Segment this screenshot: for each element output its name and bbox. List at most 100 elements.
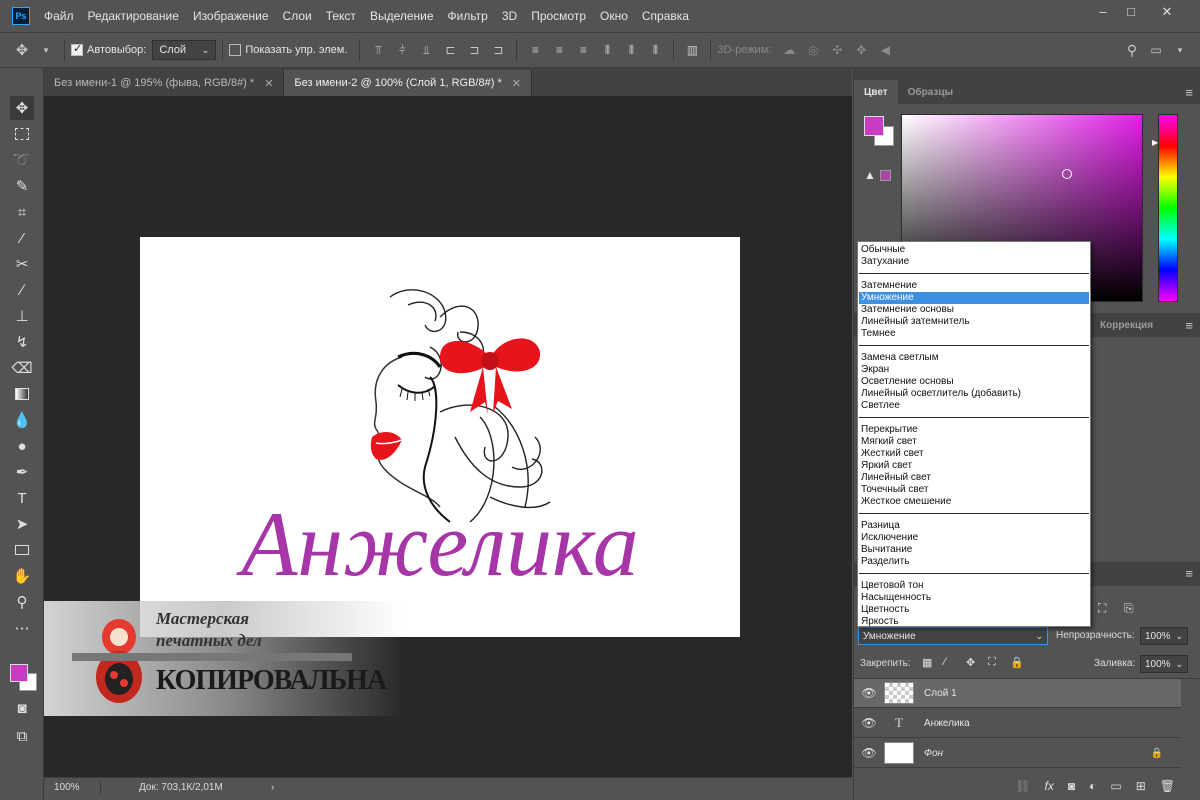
blend-mode-option[interactable]: Перекрытие xyxy=(859,424,1089,436)
eyedropper-tool-icon[interactable]: ⁄ xyxy=(10,226,34,250)
zoom-level[interactable]: 100% xyxy=(44,782,100,793)
menu-type[interactable]: Текст xyxy=(326,9,356,23)
screen-mode-icon[interactable]: ⧉ xyxy=(10,724,34,748)
opacity-input[interactable]: 100% ⌄ xyxy=(1140,627,1188,645)
document-canvas[interactable]: Анжелика xyxy=(140,237,740,637)
more-tools-icon[interactable]: ⋯ xyxy=(10,616,34,640)
search-icon[interactable]: ⚲ xyxy=(1124,42,1140,58)
blend-mode-option[interactable]: Жесткое смешение xyxy=(859,496,1089,508)
show-controls-checkbox[interactable] xyxy=(229,44,242,56)
blend-mode-option[interactable]: Разница xyxy=(859,520,1089,532)
align-left-icon[interactable]: ⊏ xyxy=(442,42,458,58)
blend-mode-option[interactable]: Цветность xyxy=(859,604,1089,616)
distribute-left-icon[interactable]: ⦀ xyxy=(599,42,615,58)
layer-row-layer1[interactable]: 👁 Слой 1 xyxy=(854,679,1181,708)
pen-tool-icon[interactable]: ✒ xyxy=(10,460,34,484)
chevron-down-icon[interactable]: ▾ xyxy=(38,42,54,58)
blend-mode-option[interactable]: Осветление основы xyxy=(859,376,1089,388)
foreground-color-swatch[interactable] xyxy=(10,664,28,682)
transform-icon[interactable]: ⛶ xyxy=(1098,601,1106,616)
align-right-icon[interactable]: ⊐ xyxy=(490,42,506,58)
orbit-3d-icon[interactable]: ☁ xyxy=(781,42,797,58)
scale-3d-icon[interactable]: ◀ xyxy=(877,42,893,58)
history-brush-tool-icon[interactable]: ↯ xyxy=(10,330,34,354)
layer-row-text[interactable]: 👁 T Анжелика xyxy=(854,709,1181,738)
close-icon[interactable]: ✕ xyxy=(264,77,273,90)
blend-mode-option[interactable]: Умножение xyxy=(859,292,1089,304)
blend-mode-option[interactable]: Исключение xyxy=(859,532,1089,544)
menu-view[interactable]: Просмотр xyxy=(531,9,586,23)
canvas-workspace[interactable]: Анжелика Мастерская печатных дел КОПИРОВ… xyxy=(44,96,852,777)
close-window-button[interactable]: ✕ xyxy=(1156,4,1178,20)
new-doc-icon[interactable]: ⎘ xyxy=(1124,601,1134,616)
visibility-eye-icon[interactable]: 👁 xyxy=(854,686,884,700)
blend-mode-dropdown-list[interactable]: Обычные Затухание Затемнение Умножение Затем… xyxy=(857,241,1091,627)
visibility-eye-icon[interactable]: 👁 xyxy=(854,746,884,760)
eraser-tool-icon[interactable]: ⌫ xyxy=(10,356,34,380)
gamut-warning-swatch[interactable] xyxy=(880,170,891,181)
lock-all-icon[interactable]: 🔒 xyxy=(1010,656,1024,669)
blend-mode-option[interactable]: Линейный осветлитель (добавить) xyxy=(859,388,1089,400)
pan-3d-icon[interactable]: ✣ xyxy=(829,42,845,58)
distribute-vcenter-icon[interactable]: ≡ xyxy=(551,42,567,58)
blend-mode-option[interactable]: Разделить xyxy=(859,556,1089,568)
new-group-icon[interactable]: ▭ xyxy=(1110,779,1121,793)
blend-mode-option[interactable]: Мягкий свет xyxy=(859,436,1089,448)
menu-file[interactable]: Файл xyxy=(44,9,74,23)
lasso-tool-icon[interactable]: ➰ xyxy=(10,148,34,172)
menu-edit[interactable]: Редактирование xyxy=(88,9,179,23)
marquee-tool-icon[interactable] xyxy=(10,122,34,146)
align-vcenter-icon[interactable]: ⫩ xyxy=(394,42,410,58)
new-layer-icon[interactable]: ⊞ xyxy=(1136,779,1146,793)
distribute-right-icon[interactable]: ⦀ xyxy=(647,42,663,58)
tab-color[interactable]: Цвет xyxy=(854,80,898,104)
distribute-top-icon[interactable]: ≡ xyxy=(527,42,543,58)
menu-window[interactable]: Окно xyxy=(600,9,628,23)
maximize-button[interactable]: □ xyxy=(1120,4,1142,20)
status-arrow-icon[interactable]: › xyxy=(271,782,274,793)
blend-mode-option[interactable]: Точечный свет xyxy=(859,484,1089,496)
move-tool-icon[interactable]: ✥ xyxy=(10,96,34,120)
lock-transparency-icon[interactable]: ▦ xyxy=(922,656,932,669)
quick-selection-tool-icon[interactable]: ✎ xyxy=(10,174,34,198)
hand-tool-icon[interactable]: ✋ xyxy=(10,564,34,588)
panel-menu-icon[interactable]: ≡ xyxy=(1185,318,1193,333)
blend-mode-option[interactable]: Цветовой тон xyxy=(859,580,1089,592)
menu-image[interactable]: Изображение xyxy=(193,9,269,23)
lock-artboard-icon[interactable]: ⛶ xyxy=(988,656,996,669)
type-tool-icon[interactable]: T xyxy=(10,486,34,510)
slide-3d-icon[interactable]: ✥ xyxy=(853,42,869,58)
tab-swatches[interactable]: Образцы xyxy=(898,80,963,104)
layer-row-background[interactable]: 👁 Фон 🔒 xyxy=(854,739,1181,768)
adjustment-layer-icon[interactable]: ◐ xyxy=(1089,779,1096,793)
distribute-hcenter-icon[interactable]: ⦀ xyxy=(623,42,639,58)
blend-mode-option[interactable]: Линейный свет xyxy=(859,472,1089,484)
lock-position-icon[interactable]: ✥ xyxy=(966,656,975,669)
auto-align-icon[interactable]: ▥ xyxy=(684,42,700,58)
blend-mode-option[interactable]: Замена светлым xyxy=(859,352,1089,364)
quick-mask-icon[interactable]: ◙ xyxy=(10,696,34,720)
dodge-tool-icon[interactable]: ● xyxy=(10,434,34,458)
blend-mode-option[interactable]: Насыщенность xyxy=(859,592,1089,604)
menu-select[interactable]: Выделение xyxy=(370,9,434,23)
gradient-tool-icon[interactable] xyxy=(10,382,34,406)
hue-slider[interactable] xyxy=(1158,114,1178,302)
blend-mode-option[interactable]: Затемнение основы xyxy=(859,304,1089,316)
chevron-down-icon[interactable]: ▾ xyxy=(1172,42,1188,58)
distribute-bottom-icon[interactable]: ≡ xyxy=(575,42,591,58)
blend-mode-option[interactable]: Затемнение xyxy=(859,280,1089,292)
blend-mode-option[interactable]: Экран xyxy=(859,364,1089,376)
minimize-button[interactable]: – xyxy=(1092,4,1114,20)
fill-input[interactable]: 100% ⌄ xyxy=(1140,655,1188,673)
path-selection-tool-icon[interactable]: ➤ xyxy=(10,512,34,536)
panel-menu-icon[interactable]: ≡ xyxy=(1185,566,1193,581)
blur-tool-icon[interactable]: 💧 xyxy=(10,408,34,432)
blend-mode-select[interactable]: Умножение ⌄ xyxy=(858,627,1048,645)
tab-adjustments[interactable]: Коррекция xyxy=(1090,313,1163,337)
delete-layer-icon[interactable]: 🗑 xyxy=(1160,779,1175,793)
blend-mode-option[interactable]: Жесткий свет xyxy=(859,448,1089,460)
add-mask-icon[interactable]: ◙ xyxy=(1068,779,1075,793)
align-hcenter-icon[interactable]: ⊐ xyxy=(466,42,482,58)
menu-filter[interactable]: Фильтр xyxy=(448,9,488,23)
blend-mode-option[interactable]: Яркость xyxy=(859,616,1089,628)
